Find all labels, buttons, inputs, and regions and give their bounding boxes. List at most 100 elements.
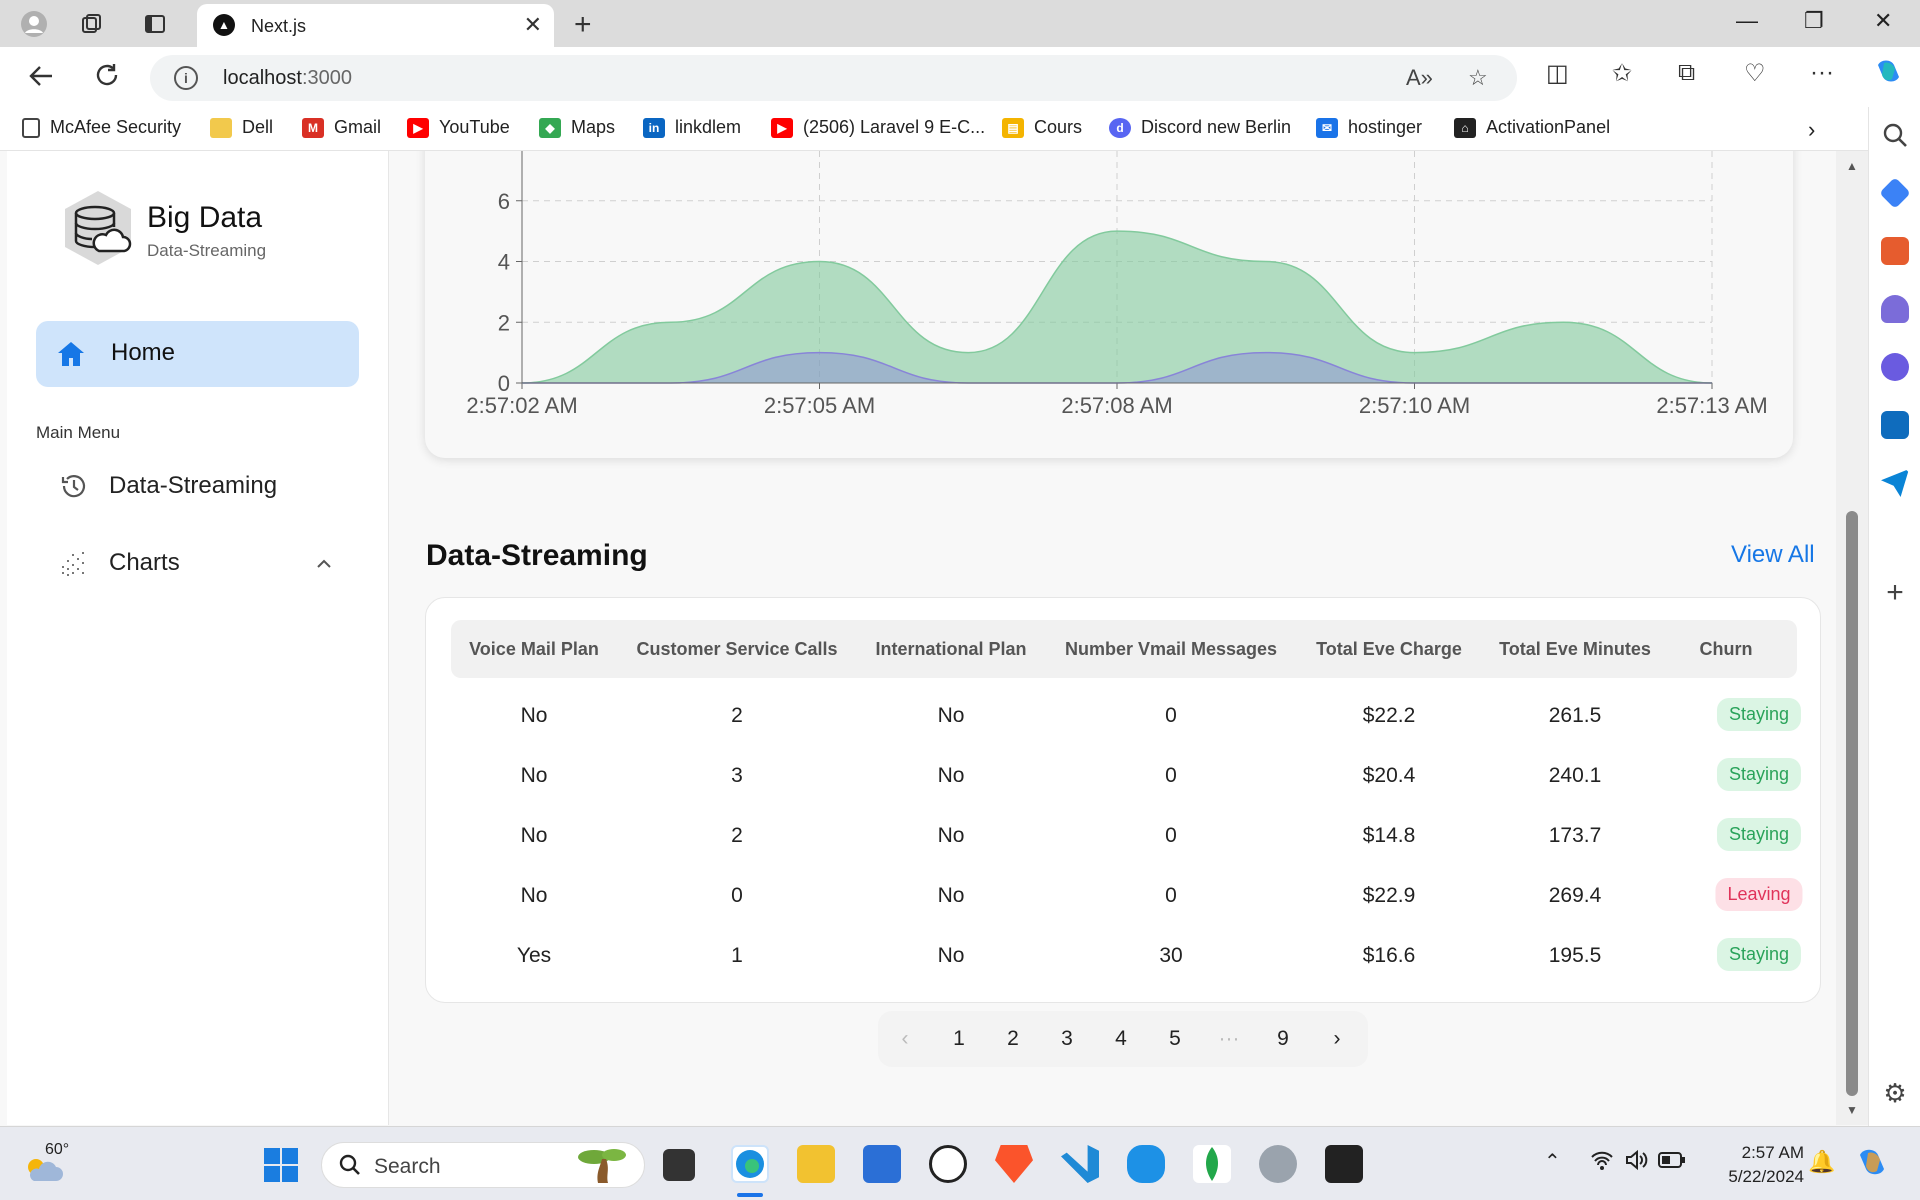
battery-icon[interactable] [1658, 1151, 1686, 1174]
taskbar-search[interactable]: Search [321, 1142, 645, 1188]
page-button-4[interactable]: 4 [1094, 1011, 1148, 1067]
close-tab-icon[interactable]: ✕ [524, 12, 542, 38]
house-icon: ⌂ [1454, 117, 1476, 138]
bookmark-mcafee[interactable]: McAfee Security [22, 117, 181, 138]
cell-total-eve-minutes: 240.1 [1548, 764, 1602, 787]
weather-temperature: 60° [45, 1141, 70, 1158]
tab-nextjs[interactable]: ▲ Next.js ✕ [197, 4, 554, 47]
file-explorer-icon[interactable] [797, 1145, 835, 1183]
microsoft-365-icon[interactable] [1881, 353, 1909, 381]
bookmark-linkdlem[interactable]: in linkdlem [643, 117, 741, 138]
page-ellipsis[interactable]: ··· [1202, 1011, 1256, 1067]
shopping-tag-icon[interactable] [1879, 177, 1911, 209]
cell-number-vmail-messages: 0 [1165, 884, 1177, 907]
refresh-icon[interactable] [93, 61, 121, 96]
settings-gears-icon[interactable] [1259, 1145, 1297, 1183]
view-all-link[interactable]: View All [1731, 541, 1815, 569]
bookmark-hostinger[interactable]: ✉ hostinger [1316, 117, 1422, 138]
scatter-chart-icon [59, 548, 89, 578]
page-button-2[interactable]: 2 [986, 1011, 1040, 1067]
bookmark-maps[interactable]: ◆ Maps [539, 117, 615, 138]
classroom-icon: ▤ [1002, 117, 1024, 138]
brand-subtitle: Data-Streaming [147, 241, 267, 260]
scroll-up-arrow-icon[interactable]: ▲ [1846, 159, 1858, 173]
volume-icon[interactable] [1624, 1149, 1648, 1176]
series-area-0 [522, 231, 1712, 383]
scroll-down-arrow-icon[interactable]: ▼ [1846, 1103, 1858, 1117]
sidebar-item-charts[interactable]: Charts [59, 548, 180, 578]
bookmark-laravel[interactable]: ▶ (2506) Laravel 9 E-C... [771, 117, 985, 138]
bonsai-tree-icon [572, 1145, 632, 1185]
edge-browser-icon[interactable] [731, 1145, 769, 1183]
bookmark-activationpanel[interactable]: ⌂ ActivationPanel [1454, 117, 1610, 138]
vertical-tabs-icon[interactable] [141, 10, 169, 38]
bookmark-cours[interactable]: ▤ Cours [1002, 117, 1082, 138]
page-button-9[interactable]: 9 [1256, 1011, 1310, 1067]
system-clock[interactable]: 2:57 AM 5/22/2024 [1712, 1141, 1804, 1189]
notification-bell-icon[interactable]: 🔔 [1808, 1149, 1835, 1175]
wifi-icon[interactable] [1590, 1149, 1614, 1177]
close-window-icon[interactable]: ✕ [1874, 8, 1892, 34]
settings-gear-icon[interactable]: ⚙ [1881, 1079, 1909, 1107]
page-button-5[interactable]: 5 [1148, 1011, 1202, 1067]
show-hidden-icons-chevron-icon[interactable]: ⌃ [1544, 1149, 1561, 1174]
games-icon[interactable] [1881, 295, 1909, 323]
site-info-icon[interactable]: i [174, 66, 198, 90]
sidebar-item-label: Data-Streaming [109, 472, 278, 499]
profile-icon[interactable] [20, 10, 48, 38]
favorites-icon[interactable]: ✩ [1612, 59, 1632, 88]
cell-total-eve-minutes: 261.5 [1548, 704, 1602, 727]
youtube-icon: ▶ [407, 117, 429, 138]
next-page-button[interactable]: › [1310, 1011, 1364, 1067]
more-menu-icon[interactable]: ··· [1810, 59, 1834, 87]
brave-browser-icon[interactable] [995, 1145, 1033, 1183]
nextjs-favicon-icon: ▲ [213, 14, 235, 36]
scrollbar-thumb[interactable] [1846, 511, 1858, 1096]
minimize-icon[interactable]: — [1736, 8, 1758, 34]
docker-icon[interactable] [1127, 1145, 1165, 1183]
read-aloud-icon[interactable]: A» [1406, 65, 1433, 91]
split-screen-icon[interactable]: ◫ [1546, 59, 1569, 88]
browser-essentials-icon[interactable]: ♡ [1744, 59, 1766, 88]
collections-icon[interactable]: ⧉ [1678, 59, 1695, 87]
bookmark-gmail[interactable]: M Gmail [302, 117, 381, 138]
terminal-icon[interactable] [1325, 1145, 1363, 1183]
add-icon[interactable]: + [1881, 578, 1909, 608]
section-title: Data-Streaming [426, 539, 648, 572]
sidebar-item-home[interactable]: Home [36, 321, 359, 387]
vscode-icon[interactable] [1061, 1145, 1099, 1183]
browser-toolbar: i localhost:3000 A» ☆ ◫ ✩ ⧉ ♡ ··· [0, 47, 1920, 107]
table-header: Voice Mail Plan Customer Service Calls I… [451, 620, 1797, 678]
back-icon[interactable] [26, 61, 56, 98]
bookmark-youtube[interactable]: ▶ YouTube [407, 117, 510, 138]
outlook-icon[interactable] [1881, 411, 1909, 439]
copilot-icon[interactable] [1870, 55, 1906, 98]
page-scrollbar[interactable]: ▲ ▼ [1836, 151, 1868, 1125]
bookmark-dell[interactable]: Dell [210, 117, 273, 138]
search-icon[interactable] [1881, 121, 1909, 149]
task-view-icon[interactable] [663, 1149, 695, 1181]
sidebar-item-data-streaming[interactable]: Data-Streaming [59, 471, 277, 501]
workspaces-icon[interactable] [78, 10, 106, 38]
cell-total-eve-charge: $14.8 [1362, 824, 1416, 847]
tools-briefcase-icon[interactable] [1881, 237, 1909, 265]
cell-number-vmail-messages: 0 [1165, 704, 1177, 727]
bookmark-discord[interactable]: d Discord new Berlin [1109, 117, 1291, 138]
page-button-3[interactable]: 3 [1040, 1011, 1094, 1067]
restore-icon[interactable]: ❐ [1804, 8, 1824, 34]
cell-total-eve-minutes: 269.4 [1548, 884, 1602, 907]
bookmarks-overflow-chevron-icon[interactable]: › [1808, 117, 1815, 143]
new-tab-icon[interactable]: + [574, 8, 592, 42]
favorite-star-icon[interactable]: ☆ [1468, 65, 1488, 91]
mongodb-leaf-icon[interactable] [1193, 1145, 1231, 1183]
address-bar[interactable]: i localhost:3000 A» ☆ [150, 55, 1517, 101]
microsoft-store-icon[interactable] [863, 1145, 901, 1183]
dell-icon[interactable] [929, 1145, 967, 1183]
youtube-icon: ▶ [771, 117, 793, 138]
windows-start-icon[interactable] [263, 1147, 299, 1183]
send-icon[interactable] [1881, 469, 1909, 497]
chevron-up-icon[interactable] [316, 556, 332, 572]
page-button-1[interactable]: 1 [932, 1011, 986, 1067]
prev-page-button[interactable]: ‹ [878, 1011, 932, 1067]
copilot-taskbar-icon[interactable] [1852, 1143, 1892, 1183]
